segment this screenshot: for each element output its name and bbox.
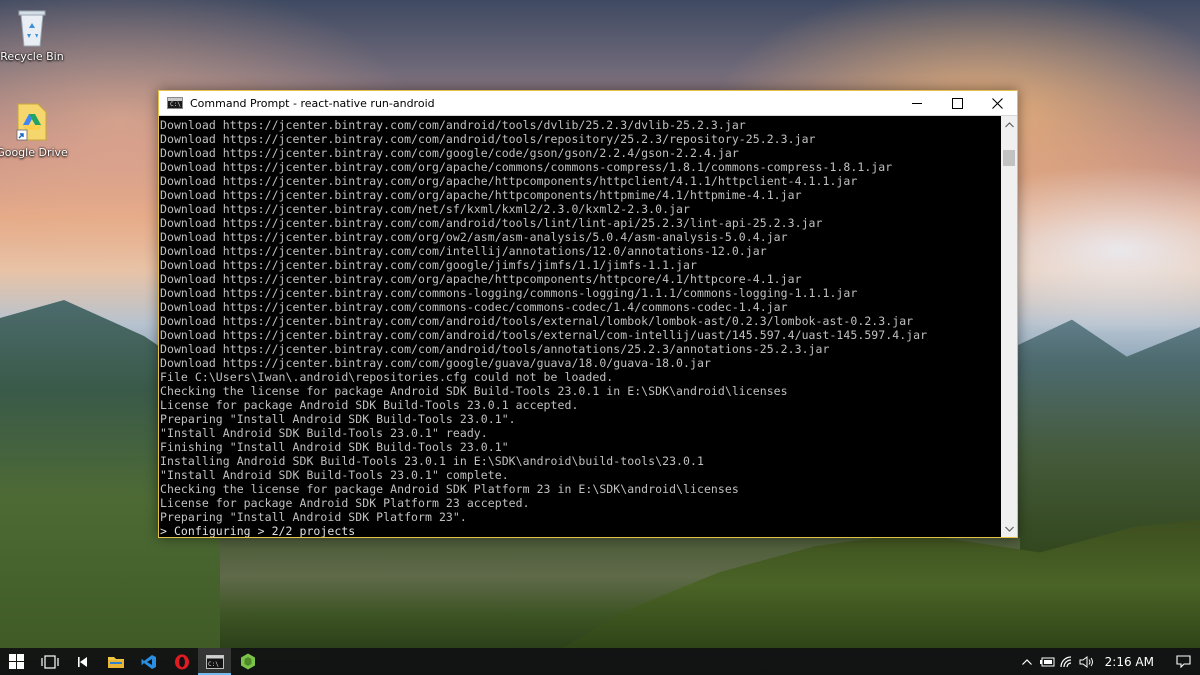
recycle-bin-icon [18,10,46,47]
minimize-button[interactable] [897,91,937,115]
window-title: Command Prompt - react-native run-androi… [190,96,435,110]
opera-button[interactable] [165,648,198,675]
chevron-down-icon [1004,526,1014,532]
console-line: License for package Android SDK Platform… [160,496,530,510]
chevron-up-icon [1021,658,1032,665]
windows-start-icon [9,654,24,669]
console-line: Download https://jcenter.bintray.com/org… [160,230,788,244]
scroll-thumb[interactable] [1003,150,1015,166]
console-line: Download https://jcenter.bintray.com/com… [160,328,928,342]
volume-icon [1079,655,1094,668]
console-line: Download https://jcenter.bintray.com/com… [160,342,830,356]
node-button[interactable] [231,648,264,675]
notification-icon [1175,655,1191,668]
taskbar-clock[interactable]: 2:16 AM [1097,655,1166,669]
command-prompt-taskbar-button[interactable]: C:\ [198,648,231,675]
console-line: License for package Android SDK Build-To… [160,398,579,412]
console-line: "Install Android SDK Build-Tools 23.0.1"… [160,468,509,482]
console-line: Preparing "Install Android SDK Platform … [160,510,467,524]
svg-text:C:\: C:\ [208,661,219,668]
wifi-icon [1060,655,1071,667]
google-drive-icon [16,103,47,141]
window-titlebar[interactable]: C:\ Command Prompt - react-native run-an… [159,91,1017,116]
console-progress-line: > Configuring > 2/2 projects [160,524,356,537]
opera-icon [174,654,189,669]
console-line: Download https://jcenter.bintray.com/org… [160,272,802,286]
volume-button[interactable] [1077,648,1097,675]
start-button[interactable] [0,648,33,675]
taskbar: C:\ 2:16 AM [0,648,1200,675]
folder-icon [107,656,124,668]
vertical-scrollbar[interactable] [1001,116,1017,537]
console-line: Download https://jcenter.bintray.com/com… [160,216,823,230]
console-line: Preparing "Install Android SDK Build-Too… [160,412,516,426]
console-line: Download https://jcenter.bintray.com/com… [160,314,914,328]
console-line: Installing Android SDK Build-Tools 23.0.… [160,454,704,468]
action-center-button[interactable] [1166,648,1200,675]
console-line: Download https://jcenter.bintray.com/org… [160,188,802,202]
scroll-down-button[interactable] [1001,520,1017,537]
console-line: Download https://jcenter.bintray.com/com… [160,356,711,370]
node-icon [240,653,255,670]
cmd-app-icon: C:\ [167,97,183,109]
desktop-icon-label: Google Drive [0,146,68,159]
console-line: Download https://jcenter.bintray.com/com… [160,132,816,146]
battery-icon [1039,657,1055,666]
console-line: Download https://jcenter.bintray.com/com… [160,300,788,314]
maximize-button[interactable] [937,91,977,115]
desktop-icon-google-drive[interactable]: Google Drive [0,100,68,159]
console-output[interactable]: Download https://jcenter.bintray.com/com… [159,116,1002,537]
cmd-icon: C:\ [205,654,224,669]
close-icon [991,97,1003,109]
close-button[interactable] [977,91,1017,115]
console-line: "Install Android SDK Build-Tools 23.0.1"… [160,426,488,440]
media-prev-icon [77,656,87,667]
show-hidden-icons-button[interactable] [1017,648,1037,675]
console-line: Finishing "Install Android SDK Build-Too… [160,440,509,454]
console-line: Download https://jcenter.bintray.com/org… [160,160,893,174]
media-button[interactable] [66,648,99,675]
task-view-icon [40,654,59,669]
console-line: Download https://jcenter.bintray.com/com… [160,118,746,132]
console-line: Download https://jcenter.bintray.com/com… [160,286,858,300]
scroll-up-button[interactable] [1001,116,1017,133]
command-prompt-window[interactable]: C:\ Command Prompt - react-native run-an… [158,90,1018,538]
console-line: Download https://jcenter.bintray.com/com… [160,258,697,272]
console-line: Checking the license for package Android… [160,384,788,398]
vscode-icon [141,654,156,669]
console-line: Download https://jcenter.bintray.com/com… [160,146,739,160]
desktop-icon-label: Recycle Bin [0,50,64,63]
console-line: Download https://jcenter.bintray.com/net… [160,202,690,216]
console-line: Checking the license for package Android… [160,482,739,496]
battery-button[interactable] [1037,648,1057,675]
chevron-up-icon [1004,121,1014,127]
console-line: Download https://jcenter.bintray.com/com… [160,244,767,258]
task-view-button[interactable] [33,648,66,675]
desktop-icon-recycle-bin[interactable]: Recycle Bin [0,6,68,63]
file-explorer-button[interactable] [99,648,132,675]
vscode-button[interactable] [132,648,165,675]
wifi-button[interactable] [1057,648,1077,675]
system-tray: 2:16 AM [1017,648,1200,675]
console-line: File C:\Users\Iwan\.android\repositories… [160,370,614,384]
console-line: Download https://jcenter.bintray.com/org… [160,174,858,188]
